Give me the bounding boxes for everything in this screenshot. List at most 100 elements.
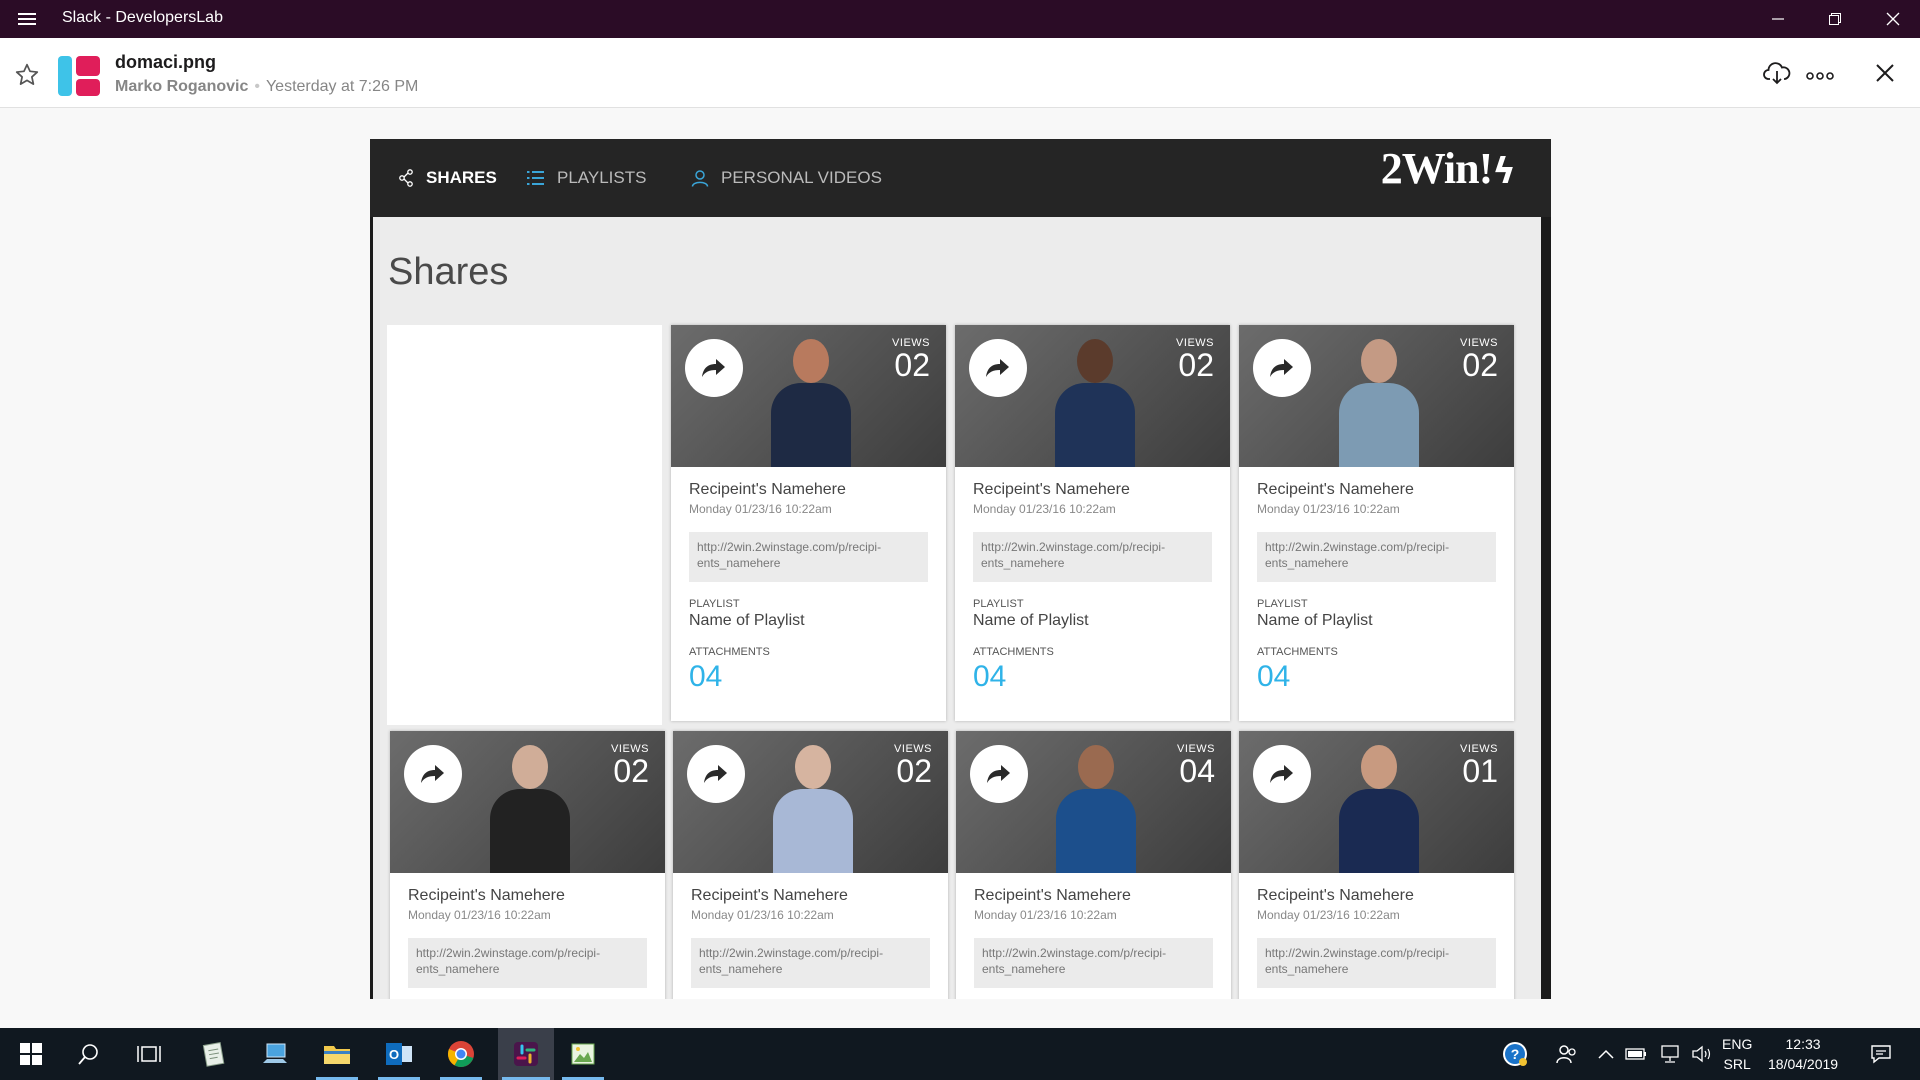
share-url[interactable]: http://2win.2winstage.com/p/recipi-ents_…	[1257, 938, 1496, 988]
share-button[interactable]	[404, 745, 462, 803]
share-arrow-icon	[421, 765, 444, 783]
download-button[interactable]	[1763, 60, 1791, 91]
task-view-button[interactable]	[124, 1028, 174, 1080]
share-card[interactable]: VIEWS 02 Recipeint's Namehere Monday 01/2…	[955, 325, 1230, 721]
share-card[interactable]: VIEWS 04 Recipeint's Namehere Monday 01/2…	[956, 731, 1231, 999]
close-viewer-button[interactable]	[1876, 64, 1894, 87]
share-button[interactable]	[970, 745, 1028, 803]
star-icon	[15, 63, 39, 85]
views-counter: VIEWS 02	[894, 743, 932, 789]
playlist-name: Name of Playlist	[689, 612, 805, 629]
playlist-label: PLAYLIST	[689, 598, 740, 610]
taskbar-app-outlook[interactable]: O	[374, 1028, 424, 1080]
share-arrow-icon	[986, 359, 1009, 377]
views-counter: VIEWS 02	[1460, 337, 1498, 383]
views-counter: VIEWS 04	[1177, 743, 1215, 789]
views-counter: VIEWS 01	[1460, 743, 1498, 789]
share-url[interactable]: http://2win.2winstage.com/p/recipi-ents_…	[408, 938, 647, 988]
share-date: Monday 01/23/16 10:22am	[408, 908, 551, 922]
share-arrow-icon	[987, 765, 1010, 783]
share-date: Monday 01/23/16 10:22am	[974, 908, 1117, 922]
share-url[interactable]: http://2win.2winstage.com/p/recipi-ents_…	[974, 938, 1213, 988]
chevron-up-icon	[1598, 1049, 1614, 1059]
battery-button[interactable]	[1618, 1028, 1654, 1080]
taskbar-app-computer[interactable]	[250, 1028, 300, 1080]
windows-taskbar: O ? ENG SRL 12:33 18/04/2019	[0, 1028, 1920, 1080]
share-date: Monday 01/23/16 10:22am	[689, 502, 832, 516]
page-title: Shares	[388, 251, 509, 293]
file-meta: Marko Roganovic • Yesterday at 7:26 PM	[115, 78, 419, 95]
taskbar-app-file-explorer[interactable]	[312, 1028, 362, 1080]
share-card[interactable]: VIEWS 02 Recipeint's Namehere Monday 01/2…	[390, 731, 665, 999]
start-button[interactable]	[6, 1028, 56, 1080]
views-counter: VIEWS 02	[1176, 337, 1214, 383]
share-button[interactable]	[687, 745, 745, 803]
restore-icon	[1829, 13, 1841, 25]
close-icon	[1886, 12, 1900, 26]
close-window-button[interactable]	[1870, 4, 1916, 34]
minimize-icon	[1772, 18, 1784, 20]
share-url[interactable]: http://2win.2winstage.com/p/recipi-ents_…	[691, 938, 930, 988]
network-button[interactable]	[1652, 1028, 1688, 1080]
brand-logo: 2Win!ϟ	[1380, 144, 1516, 193]
recipient-name: Recipeint's Namehere	[1257, 887, 1414, 904]
svg-text:?: ?	[1511, 1046, 1520, 1062]
chrome-icon	[447, 1041, 474, 1068]
share-button[interactable]	[1253, 339, 1311, 397]
taskbar-app-chrome[interactable]	[436, 1028, 486, 1080]
recipient-name: Recipeint's Namehere	[973, 481, 1130, 498]
file-thumbnail-icon	[56, 52, 104, 100]
people-button[interactable]	[1542, 1028, 1592, 1080]
share-button[interactable]	[685, 339, 743, 397]
task-view-icon	[137, 1046, 161, 1062]
playlist-name: Name of Playlist	[973, 612, 1089, 629]
share-card[interactable]: VIEWS 02 Recipeint's Namehere Monday 01/2…	[673, 731, 948, 999]
share-url[interactable]: http://2win.2winstage.com/p/recipi-ents_…	[689, 532, 928, 582]
share-button[interactable]	[969, 339, 1027, 397]
recipient-name: Recipeint's Namehere	[1257, 481, 1414, 498]
share-arrow-icon	[702, 359, 725, 377]
search-button[interactable]	[64, 1028, 114, 1080]
playlist-name: Name of Playlist	[1257, 612, 1373, 629]
action-center-button[interactable]	[1856, 1028, 1906, 1080]
share-card[interactable]: VIEWS 02 Recipeint's Namehere Monday 01/2…	[1239, 325, 1514, 721]
file-author[interactable]: Marko Roganovic	[115, 78, 248, 95]
nav-personal-videos[interactable]: PERSONAL VIDEOS	[691, 163, 882, 193]
nav-playlists[interactable]: PLAYLISTS	[527, 163, 646, 193]
recipient-name: Recipeint's Namehere	[408, 887, 565, 904]
share-date: Monday 01/23/16 10:22am	[691, 908, 834, 922]
share-url[interactable]: http://2win.2winstage.com/p/recipi-ents_…	[973, 532, 1212, 582]
clock[interactable]: 12:33 18/04/2019	[1768, 1034, 1838, 1074]
recipient-photo: VIEWS 02	[673, 731, 948, 873]
playlist-label: PLAYLIST	[1257, 598, 1308, 610]
input-language[interactable]: ENG SRL	[1722, 1034, 1752, 1074]
taskbar-app-notepad[interactable]	[188, 1028, 238, 1080]
nav-shares[interactable]: SHARES	[398, 163, 497, 193]
help-button[interactable]: ?	[1490, 1028, 1540, 1080]
attachments-label: ATTACHMENTS	[689, 646, 770, 658]
share-url[interactable]: http://2win.2winstage.com/p/recipi-ents_…	[1257, 532, 1496, 582]
attachments-count: 04	[689, 660, 723, 693]
share-arrow-icon	[704, 765, 727, 783]
cloud-download-icon	[1763, 62, 1791, 85]
clock-time: 12:33	[1785, 1036, 1821, 1052]
volume-icon	[1692, 1045, 1711, 1063]
taskbar-app-photos[interactable]	[558, 1028, 608, 1080]
minimize-button[interactable]	[1755, 4, 1801, 34]
share-card[interactable]: VIEWS 02 Recipeint's Namehere Monday 01/2…	[671, 325, 946, 721]
more-actions-button[interactable]	[1806, 68, 1834, 86]
share-date: Monday 01/23/16 10:22am	[1257, 502, 1400, 516]
taskbar-app-slack[interactable]	[498, 1028, 554, 1080]
recipient-name: Recipeint's Namehere	[691, 887, 848, 904]
star-button[interactable]	[14, 62, 40, 93]
playlist-label: PLAYLIST	[973, 598, 1024, 610]
share-card[interactable]: VIEWS 01 Recipeint's Namehere Monday 01/2…	[1239, 731, 1514, 999]
volume-button[interactable]	[1684, 1028, 1720, 1080]
image-viewer-icon	[571, 1043, 595, 1065]
recipient-photo: VIEWS 02	[390, 731, 665, 873]
restore-button[interactable]	[1812, 4, 1858, 34]
close-icon	[1876, 64, 1894, 82]
nav-personal-videos-label: PERSONAL VIDEOS	[721, 168, 882, 187]
share-button[interactable]	[1253, 745, 1311, 803]
hamburger-menu-icon[interactable]	[18, 10, 36, 28]
